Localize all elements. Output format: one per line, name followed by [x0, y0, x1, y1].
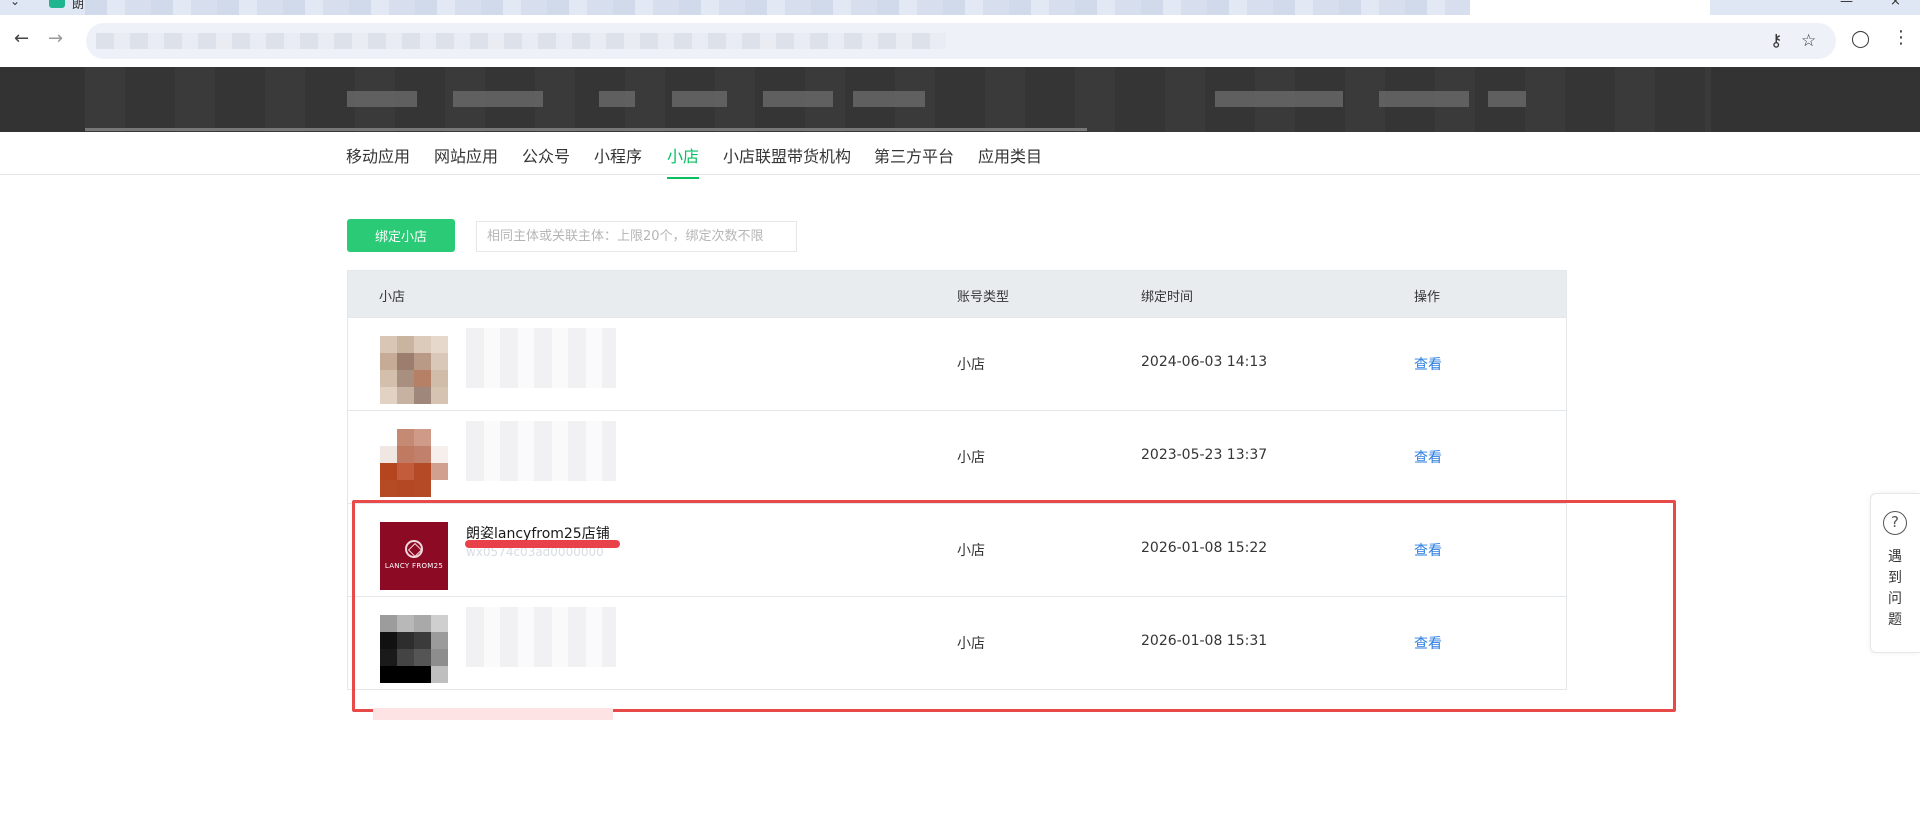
header-shop: 小店: [379, 290, 406, 305]
help-label: 遇到问题: [1888, 549, 1902, 628]
tab-third-party-platform[interactable]: 第三方平台: [874, 143, 954, 167]
shop-avatar: [380, 336, 448, 404]
account-type: 小店: [957, 357, 985, 373]
header-bind-time: 绑定时间: [1141, 290, 1194, 305]
back-icon[interactable]: ←: [14, 28, 29, 49]
bind-time: 2023-05-23 13:37: [1141, 447, 1268, 463]
tab-mobile-app[interactable]: 移动应用: [346, 143, 410, 167]
forward-icon[interactable]: →: [48, 28, 63, 49]
bind-shop-button[interactable]: 绑定小店: [347, 219, 455, 252]
address-bar[interactable]: ⚷ ☆: [86, 23, 1836, 59]
tab-app-category[interactable]: 应用类目: [978, 143, 1042, 167]
category-nav: 移动应用 网站应用 公众号 小程序 小店 小店联盟带货机构 第三方平台 应用类目: [0, 132, 1920, 179]
header-action: 操作: [1414, 290, 1441, 305]
help-widget[interactable]: ? 遇到问题: [1870, 493, 1920, 653]
account-type: 小店: [957, 450, 985, 466]
browser-menu-icon[interactable]: ⋮: [1892, 27, 1910, 48]
blurred-tabs: [85, 0, 1685, 15]
table-row: 小店 2024-06-03 14:13 查看: [348, 317, 1566, 410]
tab-shop-affiliate-agency[interactable]: 小店联盟带货机构: [723, 143, 851, 167]
tab-website-app[interactable]: 网站应用: [434, 143, 498, 167]
tab-title[interactable]: 朗: [72, 0, 84, 12]
header-account-type: 账号类型: [957, 290, 1010, 305]
tab-shop[interactable]: 小店: [667, 143, 700, 179]
shop-avatar: [380, 429, 448, 497]
view-link[interactable]: 查看: [1414, 354, 1442, 374]
browser-tab-strip: ⌄ 朗 — ×: [0, 0, 1920, 15]
table-header: 小店 账号类型 绑定时间 操作: [348, 271, 1566, 317]
blurred-shop-name: [466, 328, 616, 388]
question-icon: ?: [1883, 511, 1907, 535]
bookmark-star-icon[interactable]: ☆: [1801, 31, 1816, 51]
table-row: 小店 2023-05-23 13:37 查看: [348, 410, 1566, 503]
view-link[interactable]: 查看: [1414, 447, 1442, 467]
profile-icon[interactable]: ◯: [1851, 29, 1870, 49]
browser-toolbar: ← → ⚷ ☆ ◯ ⋮: [0, 15, 1920, 67]
tab-favicon: [49, 0, 65, 8]
blurred-strip: [373, 708, 613, 720]
tab-search-icon[interactable]: ⌄: [10, 0, 20, 8]
tab-mini-program[interactable]: 小程序: [594, 143, 642, 167]
blurred-url: [96, 33, 946, 49]
bind-time: 2024-06-03 14:13: [1141, 354, 1268, 370]
tab-official-account[interactable]: 公众号: [522, 143, 570, 167]
minimize-icon[interactable]: —: [1840, 0, 1853, 9]
red-highlight-box: [352, 500, 1676, 712]
bind-limit-tip: 相同主体或关联主体：上限20个，绑定次数不限: [476, 221, 797, 252]
close-window-icon[interactable]: ×: [1890, 0, 1901, 9]
blurred-shop-name: [466, 421, 616, 481]
password-key-icon[interactable]: ⚷: [1770, 31, 1782, 51]
active-tab[interactable]: [1470, 0, 1710, 15]
blurred-header-nav: [85, 67, 1711, 132]
header-progress-line: [85, 128, 1087, 131]
